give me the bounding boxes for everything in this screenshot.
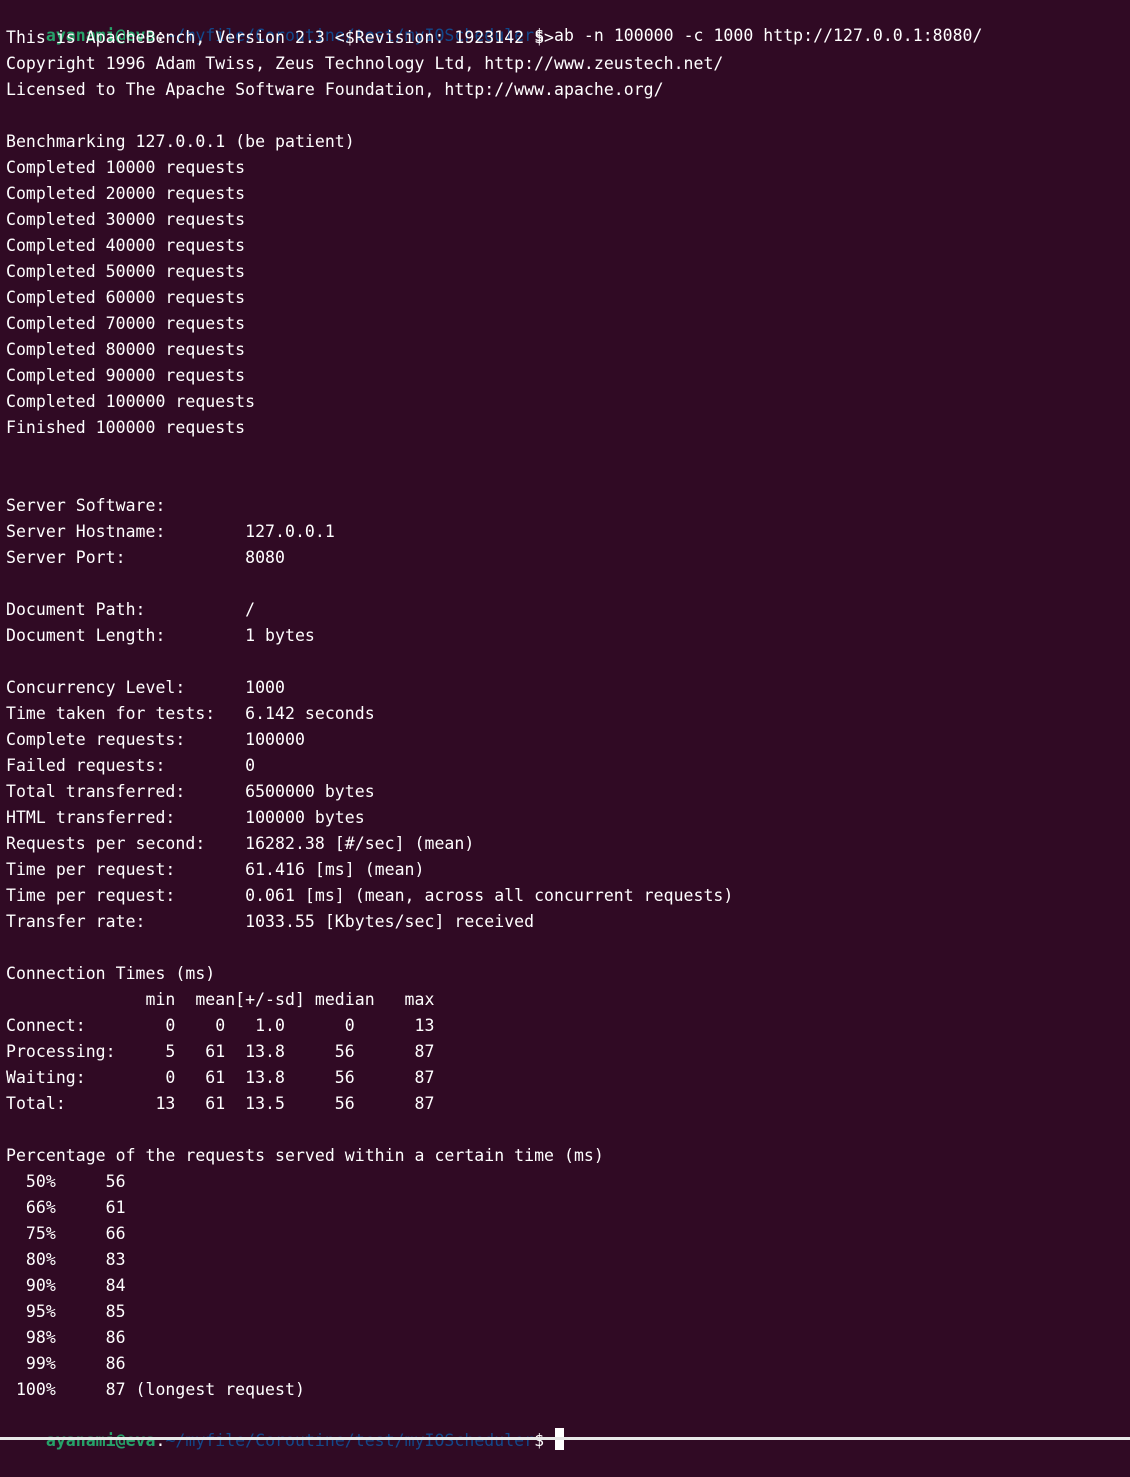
output-line: Connection Times (ms): [6, 964, 216, 983]
output-line: 80% 83: [6, 1250, 126, 1269]
output-line: Completed 90000 requests: [6, 366, 246, 385]
output-line: 50% 56: [6, 1172, 126, 1191]
output-line: Requests per second: 16282.38 [#/sec] (m…: [6, 834, 475, 853]
output-line: Processing: 5 61 13.8 56 87: [6, 1042, 435, 1061]
output-line: 90% 84: [6, 1276, 126, 1295]
output-line: Transfer rate: 1033.55 [Kbytes/sec] rece…: [6, 912, 535, 931]
output-line: 75% 66: [6, 1224, 126, 1243]
output-line: Percentage of the requests served within…: [6, 1146, 604, 1165]
output-line: Document Length: 1 bytes: [6, 626, 315, 645]
output-line: HTML transferred: 100000 bytes: [6, 808, 365, 827]
output-line: Server Port: 8080: [6, 548, 285, 567]
output-line: Time per request: 61.416 [ms] (mean): [6, 860, 425, 879]
active-prompt-line[interactable]: ayanami@eva:~/myfile/Coroutine/test/myIO…: [6, 1404, 1130, 1450]
prompt-path: ~/myfile/Coroutine/test/myIOScheduler: [165, 1431, 535, 1450]
output-line: Copyright 1996 Adam Twiss, Zeus Technolo…: [6, 54, 724, 73]
output-line: Concurrency Level: 1000: [6, 678, 285, 697]
output-line: min mean[+/-sd] median max: [6, 990, 435, 1009]
prompt-user-host: ayanami@eva: [45, 1431, 156, 1450]
output-line: Completed 50000 requests: [6, 262, 246, 281]
output-line: Total transferred: 6500000 bytes: [6, 782, 375, 801]
output-line: Total: 13 61 13.5 56 87: [6, 1094, 435, 1113]
output-line: Connect: 0 0 1.0 0 13: [6, 1016, 435, 1035]
output-line: Document Path: /: [6, 600, 256, 619]
terminal-window[interactable]: ayanami@eva:~/myfile/Coroutine/test/myIO…: [6, 0, 1130, 1450]
output-line: Completed 80000 requests: [6, 340, 246, 359]
output-line: Completed 70000 requests: [6, 314, 246, 333]
output-line: Benchmarking 127.0.0.1 (be patient): [6, 132, 355, 151]
output-line: 95% 85: [6, 1302, 126, 1321]
output-line: 98% 86: [6, 1328, 126, 1347]
output-line: Licensed to The Apache Software Foundati…: [6, 80, 664, 99]
prompt-colon: :: [155, 1431, 166, 1450]
command-output: This is ApacheBench, Version 2.3 <$Revis…: [6, 26, 1130, 1404]
output-line: Completed 10000 requests: [6, 158, 246, 177]
output-line: Completed 40000 requests: [6, 236, 246, 255]
output-line: Server Software:: [6, 496, 166, 515]
command-prompt-line: ayanami@eva:~/myfile/Coroutine/test/myIO…: [6, 0, 1130, 45]
output-line: 100% 87 (longest request): [6, 1380, 305, 1399]
output-line: Time per request: 0.061 [ms] (mean, acro…: [6, 886, 734, 905]
output-line: Failed requests: 0: [6, 756, 256, 775]
output-line: Finished 100000 requests: [6, 418, 246, 437]
output-line: Waiting: 0 61 13.8 56 87: [6, 1068, 435, 1087]
prompt-symbol: $: [534, 1431, 545, 1450]
output-line: Completed 30000 requests: [6, 210, 246, 229]
command-text: ab -n 100000 -c 1000 http://127.0.0.1:80…: [544, 26, 983, 45]
output-line: 99% 86: [6, 1354, 126, 1373]
output-line: Complete requests: 100000: [6, 730, 305, 749]
output-line: Server Hostname: 127.0.0.1: [6, 522, 335, 541]
output-line: 66% 61: [6, 1198, 126, 1217]
output-line: Completed 100000 requests: [6, 392, 256, 411]
output-line: Time taken for tests: 6.142 seconds: [6, 704, 375, 723]
output-line: Completed 20000 requests: [6, 184, 246, 203]
output-line: Completed 60000 requests: [6, 288, 246, 307]
